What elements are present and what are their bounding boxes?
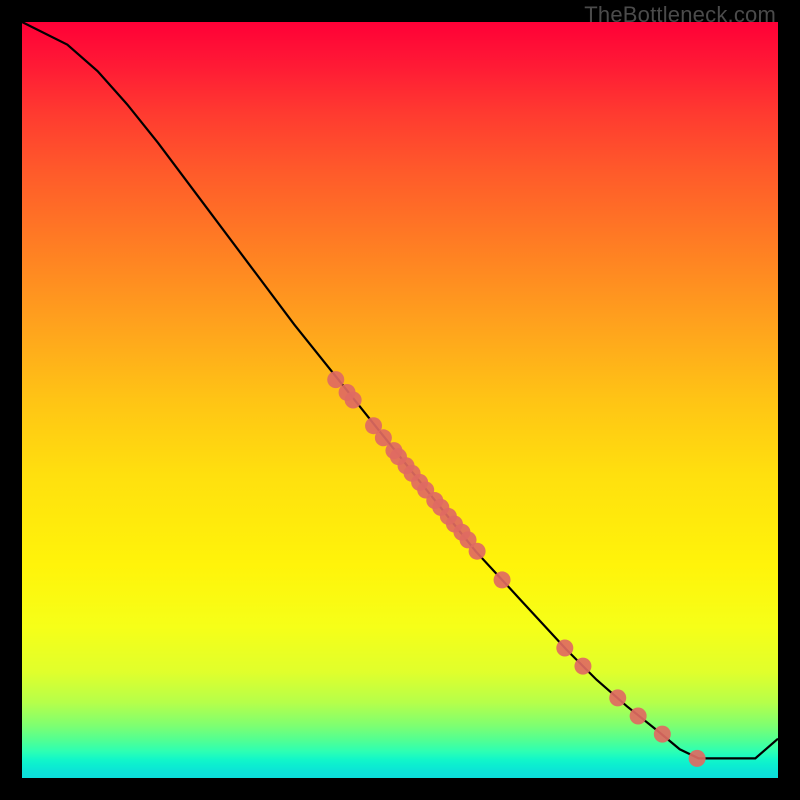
chart-frame: TheBottleneck.com <box>0 0 800 800</box>
data-point <box>574 658 591 675</box>
data-point <box>469 543 486 560</box>
data-point <box>327 371 344 388</box>
data-point <box>630 708 647 725</box>
scatter-dots <box>327 371 705 767</box>
data-point <box>689 750 706 767</box>
plot-area <box>22 22 778 778</box>
data-point <box>494 571 511 588</box>
chart-svg <box>22 22 778 778</box>
data-point <box>345 392 362 409</box>
data-point <box>609 689 626 706</box>
data-point <box>556 639 573 656</box>
curve-line <box>22 22 778 758</box>
data-point <box>654 726 671 743</box>
watermark-text: TheBottleneck.com <box>584 2 776 28</box>
